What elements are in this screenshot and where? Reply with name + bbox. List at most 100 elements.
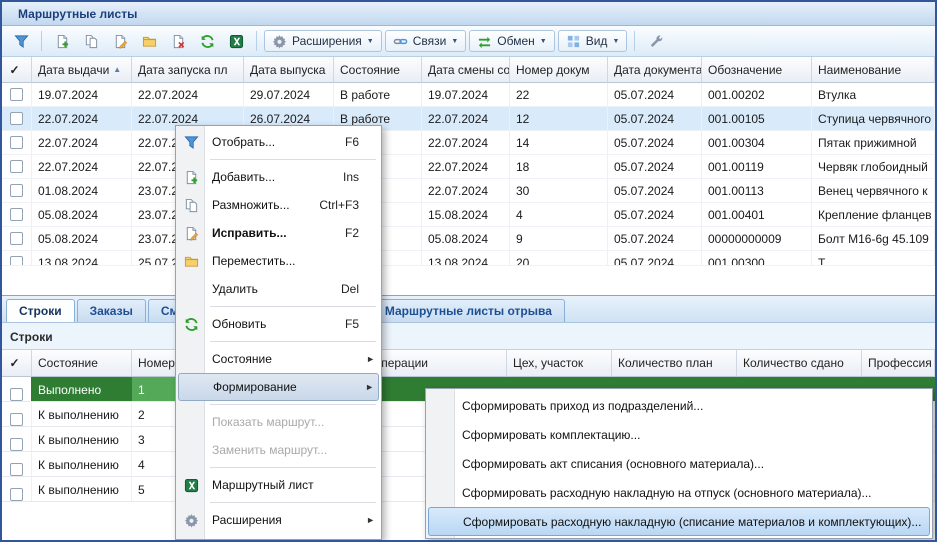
column-header-6[interactable]: Количество сдано: [737, 350, 862, 377]
formation-submenu-item[interactable]: Сформировать акт списания (основного мат…: [428, 449, 930, 478]
context-menu-item[interactable]: Расширения►: [178, 506, 379, 534]
table-row[interactable]: 22.07.202422.07.202426.07.2024В работе22…: [2, 107, 935, 131]
export-excel-button[interactable]: [223, 30, 249, 52]
toolbar-menu-view[interactable]: Вид▼: [558, 30, 628, 52]
column-header-label: Дата документа: [614, 63, 702, 77]
column-header-7[interactable]: Профессия: [862, 350, 935, 377]
column-header-5[interactable]: Количество план: [612, 350, 737, 377]
toolbar-menu-extensions[interactable]: Расширения▼: [264, 30, 382, 52]
context-menu-item[interactable]: Обновить F5: [178, 310, 379, 338]
row-checkbox[interactable]: [10, 256, 23, 265]
context-menu-item[interactable]: Состояние►: [178, 345, 379, 373]
table-cell: 22.07.2024: [422, 131, 510, 154]
column-header-3[interactable]: Состояние: [334, 57, 422, 83]
toolbar-menu-links[interactable]: Связи▼: [385, 30, 467, 52]
row-checkbox[interactable]: [10, 488, 23, 501]
context-menu-item[interactable]: Отобрать...F6: [178, 128, 379, 156]
column-header-4[interactable]: Цех, участок: [507, 350, 612, 377]
table-row[interactable]: 01.08.202423.07.202422.07.20243005.07.20…: [2, 179, 935, 203]
menu-item-label: Удалить: [212, 282, 258, 296]
context-menu-item[interactable]: Показать маршрут...: [178, 408, 379, 436]
table-cell: 2: [132, 402, 177, 426]
dropdown-arrow-icon: ▼: [540, 38, 547, 45]
funnel-icon: [14, 34, 29, 49]
table-cell: 19.07.2024: [32, 83, 132, 106]
menu-separator: [210, 341, 376, 342]
row-checkbox[interactable]: [10, 88, 23, 101]
table-row[interactable]: 22.07.202422.07.202422.07.20241805.07.20…: [2, 155, 935, 179]
table-cell: 05.08.2024: [422, 227, 510, 250]
table-row[interactable]: 19.07.202422.07.202429.07.2024В работе19…: [2, 83, 935, 107]
tab-0[interactable]: Строки: [6, 299, 75, 322]
table-cell: 001.00202: [702, 83, 812, 106]
column-header-label: Номер: [138, 356, 175, 370]
column-header-label: Обозначение: [708, 63, 782, 77]
table-cell: 05.07.2024: [608, 83, 702, 106]
table-cell: 12: [510, 107, 608, 130]
table-row[interactable]: 05.08.202423.07.202415.08.2024405.07.202…: [2, 203, 935, 227]
table-cell: 22.07.2024: [422, 155, 510, 178]
filter-button[interactable]: [8, 30, 34, 52]
column-header-4[interactable]: Дата смены сос: [422, 57, 510, 83]
column-header-8[interactable]: Наименование: [812, 57, 935, 83]
duplicate-button[interactable]: [78, 30, 104, 52]
row-checkbox[interactable]: [10, 160, 23, 173]
context-menu-item[interactable]: Добавить...Ins: [178, 163, 379, 191]
row-checkbox[interactable]: [10, 438, 23, 451]
menu-item-label: Обновить: [212, 317, 266, 331]
row-checkbox[interactable]: [10, 208, 23, 221]
tab-3[interactable]: Маршрутные листы отрыва: [372, 299, 565, 322]
table-row[interactable]: 22.07.202422.07.202422.07.20241405.07.20…: [2, 131, 935, 155]
column-header-0[interactable]: Дата выдачи▲: [32, 57, 132, 83]
table-cell: 05.08.2024: [32, 203, 132, 226]
column-header-1[interactable]: Дата запуска пл: [132, 57, 244, 83]
table-cell: 30: [510, 179, 608, 202]
row-checkbox[interactable]: [10, 136, 23, 149]
column-header-2[interactable]: Дата выпуска: [244, 57, 334, 83]
table-cell: Т: [812, 251, 935, 265]
menu-item-shortcut: F5: [345, 317, 371, 331]
menu-separator: [210, 404, 376, 405]
column-header-6[interactable]: Дата документа: [608, 57, 702, 83]
funnel-icon: [178, 135, 204, 150]
context-menu-item[interactable]: Заменить маршрут...: [178, 436, 379, 464]
edit-button[interactable]: [107, 30, 133, 52]
column-header-label: Номер докум: [516, 63, 589, 77]
formation-submenu-item[interactable]: Сформировать расходную накладную на отпу…: [428, 478, 930, 507]
row-checkbox[interactable]: [10, 388, 23, 401]
menu-item-shortcut: Del: [341, 282, 371, 296]
context-menu-item[interactable]: Исправить...F2: [178, 219, 379, 247]
exchange-icon: [477, 34, 492, 49]
column-header-1[interactable]: Номер: [132, 350, 177, 377]
refresh-button[interactable]: [194, 30, 220, 52]
context-menu-item[interactable]: Размножить...Ctrl+F3: [178, 191, 379, 219]
tab-1[interactable]: Заказы: [77, 299, 146, 322]
table-cell: 05.07.2024: [608, 179, 702, 202]
table-row[interactable]: 05.08.202423.07.202405.08.2024905.07.202…: [2, 227, 935, 251]
formation-submenu-item[interactable]: Сформировать приход из подразделений...: [428, 391, 930, 420]
row-checkbox[interactable]: [10, 232, 23, 245]
table-row[interactable]: 13.08.202425.07.202413.08.20242005.07.20…: [2, 251, 935, 266]
table-cell: Пятак прижимной: [812, 131, 935, 154]
move-button[interactable]: [136, 30, 162, 52]
row-checkbox[interactable]: [10, 413, 23, 426]
menu-item-label: Сформировать расходную накладную (списан…: [463, 515, 921, 529]
row-checkbox[interactable]: [10, 112, 23, 125]
column-header-7[interactable]: Обозначение: [702, 57, 812, 83]
formation-submenu-item[interactable]: Сформировать расходную накладную (списан…: [428, 507, 930, 536]
context-menu-item[interactable]: Удалить Del: [178, 275, 379, 303]
menu-item-label: Сформировать приход из подразделений...: [462, 399, 703, 413]
row-checkbox[interactable]: [10, 184, 23, 197]
context-menu-item[interactable]: Формирование►: [178, 373, 379, 401]
column-header-5[interactable]: Номер докум: [510, 57, 608, 83]
column-header-0[interactable]: Состояние: [32, 350, 132, 377]
delete-button[interactable]: [165, 30, 191, 52]
context-menu-item[interactable]: Переместить...: [178, 247, 379, 275]
context-menu-item[interactable]: Маршрутный лист: [178, 471, 379, 499]
add-button[interactable]: [49, 30, 75, 52]
settings-button[interactable]: [642, 30, 668, 52]
row-checkbox[interactable]: [10, 463, 23, 476]
column-header-label: Дата смены сос: [428, 63, 510, 77]
formation-submenu-item[interactable]: Сформировать комплектацию...: [428, 420, 930, 449]
toolbar-menu-exchange[interactable]: Обмен▼: [469, 30, 554, 52]
